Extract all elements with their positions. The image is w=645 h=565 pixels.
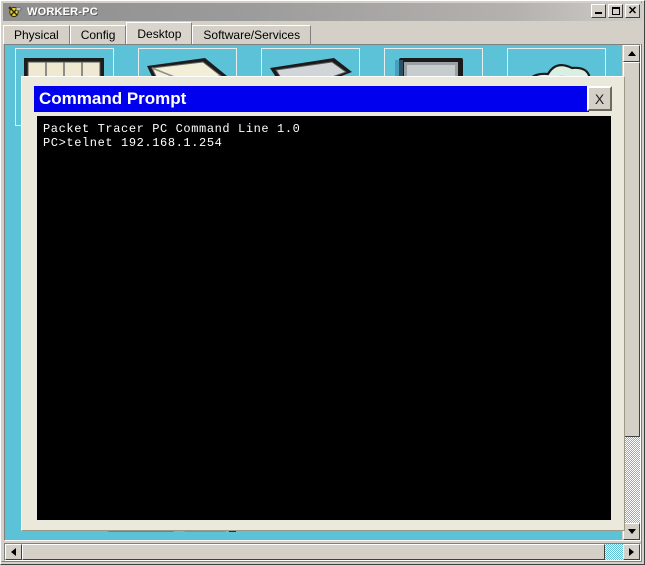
window-title: WORKER-PC — [27, 6, 98, 18]
command-prompt-title-bar: Command Prompt — [34, 86, 589, 112]
chevron-left-icon — [11, 548, 16, 556]
window-title-bar: WORKER-PC ✕ — [3, 3, 642, 21]
window-controls: ✕ — [591, 4, 640, 18]
maximize-button[interactable] — [608, 4, 623, 18]
command-prompt-close-button[interactable]: X — [587, 86, 612, 111]
command-prompt-window: Command Prompt X Packet Tracer PC Comman… — [21, 76, 625, 531]
application-window: WORKER-PC ✕ Physical Config Desktop Soft… — [0, 0, 645, 565]
packet-tracer-device-icon — [7, 5, 23, 19]
device-tab-bar: Physical Config Desktop Software/Service… — [3, 21, 642, 44]
chevron-up-icon — [627, 51, 636, 56]
scroll-right-button[interactable] — [623, 544, 640, 560]
scroll-down-button[interactable] — [623, 523, 640, 540]
desktop-horizontal-scrollbar[interactable] — [4, 543, 641, 561]
tab-config[interactable]: Config — [69, 25, 127, 44]
command-prompt-title: Command Prompt — [39, 89, 187, 108]
terminal-output-area[interactable]: Packet Tracer PC Command Line 1.0 PC>tel… — [37, 116, 611, 520]
scroll-left-button[interactable] — [5, 544, 22, 560]
minimize-button[interactable] — [591, 4, 606, 18]
horizontal-scroll-thumb[interactable] — [22, 544, 605, 560]
close-button[interactable]: ✕ — [625, 4, 640, 18]
tab-physical-label: Physical — [14, 28, 59, 42]
tab-software-services-label: Software/Services — [203, 28, 301, 42]
tab-desktop[interactable]: Desktop — [126, 22, 193, 44]
tab-software-services[interactable]: Software/Services — [192, 25, 312, 44]
scroll-up-button[interactable] — [623, 45, 640, 62]
tab-desktop-label: Desktop — [137, 26, 182, 41]
close-icon: ✕ — [627, 5, 638, 17]
tab-physical[interactable]: Physical — [3, 25, 70, 44]
tab-config-label: Config — [80, 28, 116, 42]
chevron-down-icon — [627, 529, 636, 534]
maximize-icon — [611, 7, 620, 15]
terminal-line: PC>telnet 192.168.1.254 — [43, 136, 223, 150]
terminal-line: Packet Tracer PC Command Line 1.0 — [43, 122, 301, 136]
minimize-icon — [595, 12, 602, 14]
horizontal-scroll-track[interactable] — [605, 544, 623, 560]
vertical-scroll-thumb[interactable] — [623, 62, 640, 437]
chevron-right-icon — [629, 548, 634, 556]
close-x-icon: X — [594, 90, 605, 107]
